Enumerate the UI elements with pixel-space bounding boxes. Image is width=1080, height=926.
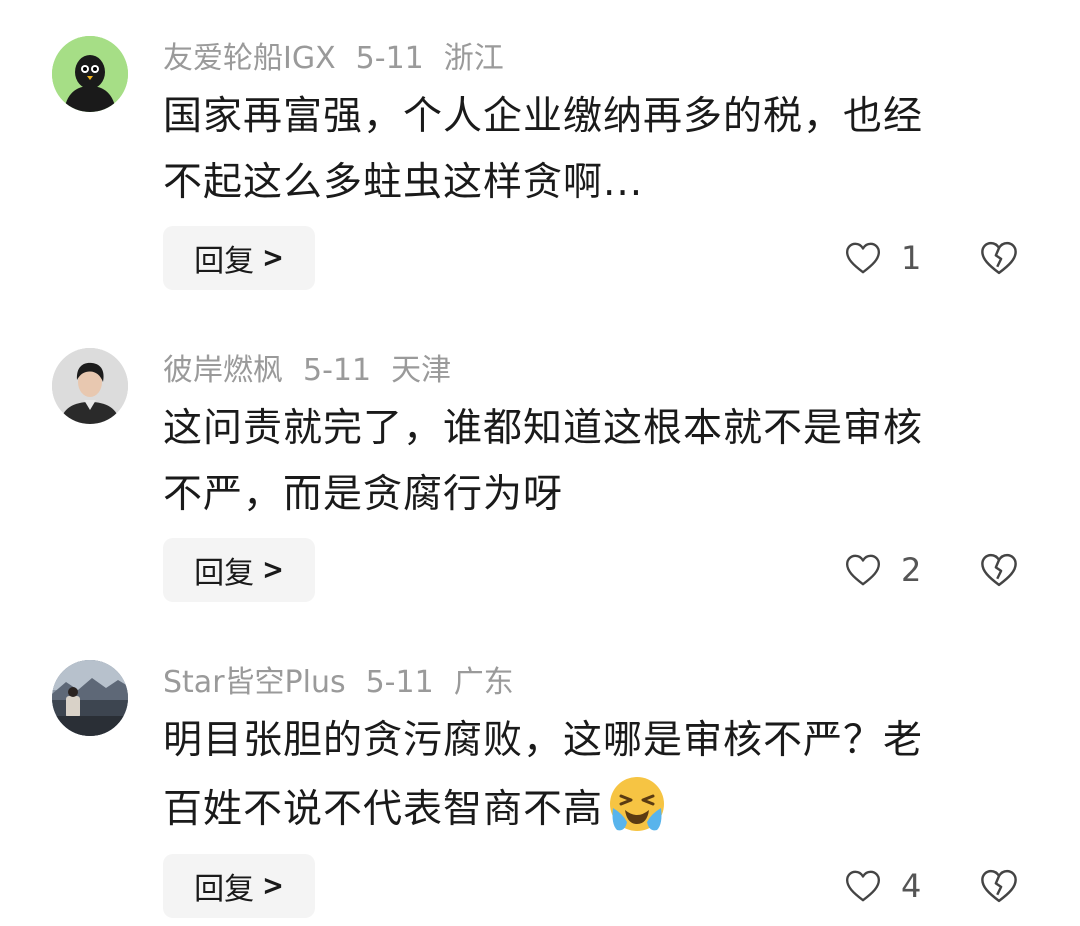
broken-heart-icon	[981, 869, 1017, 903]
like-count: 2	[901, 551, 922, 589]
like-count: 1	[901, 239, 922, 277]
reply-button[interactable]: 回复 >	[163, 854, 315, 918]
reply-button[interactable]: 回复 >	[163, 226, 315, 290]
user-avatar[interactable]	[52, 36, 128, 112]
chevron-right-icon: >	[262, 553, 284, 587]
comment-text: 国家再富强，个人企业缴纳再多的税，也经 不起这么多蛀虫这样贪啊...	[163, 84, 1013, 216]
comment-date: 5-11	[303, 353, 372, 388]
reply-label: 回复	[194, 244, 255, 279]
heart-icon	[846, 554, 880, 586]
comment-meta: 友爱轮船IGX 5-11 浙江	[163, 39, 524, 79]
dislike-button[interactable]	[978, 538, 1022, 602]
heart-icon	[846, 870, 880, 902]
username[interactable]: Star皆空Plus	[163, 665, 346, 700]
user-avatar[interactable]	[52, 348, 128, 424]
broken-heart-icon	[981, 241, 1017, 275]
landscape-avatar-icon	[52, 660, 128, 736]
username[interactable]: 友爱轮船IGX	[163, 41, 336, 76]
comment-text-line: 国家再富强，个人企业缴纳再多的税，也经	[163, 94, 924, 139]
like-button[interactable]: 2	[843, 538, 921, 602]
person-avatar-icon	[52, 348, 128, 424]
comment-location: 广东	[453, 665, 514, 700]
like-button[interactable]: 1	[843, 226, 921, 290]
comment-text: 这问责就完了，谁都知道这根本就不是审核 不严，而是贪腐行为呀	[163, 396, 1013, 528]
comment-location: 天津	[391, 353, 452, 388]
heart-icon	[846, 242, 880, 274]
dislike-button[interactable]	[978, 226, 1022, 290]
like-count: 4	[901, 867, 922, 905]
comment-location: 浙江	[443, 41, 504, 76]
like-button[interactable]: 4	[843, 854, 921, 918]
user-avatar[interactable]	[52, 660, 128, 736]
comment-text-line: 不严，而是贪腐行为呀	[163, 472, 564, 517]
comment-meta: 彼岸燃枫 5-11 天津	[163, 351, 471, 391]
dislike-button[interactable]	[978, 854, 1022, 918]
reply-button[interactable]: 回复 >	[163, 538, 315, 602]
comment-date: 5-11	[365, 665, 434, 700]
reply-label: 回复	[194, 872, 255, 907]
chevron-right-icon: >	[262, 869, 284, 903]
chevron-right-icon: >	[262, 241, 284, 275]
comment-text-line: 明目张胆的贪污腐败，这哪是审核不严？老	[163, 718, 924, 763]
comment-text: 明目张胆的贪污腐败，这哪是审核不严？老 百姓不说不代表智商不高	[163, 708, 1013, 843]
comment-text-line: 不起这么多蛀虫这样贪啊...	[163, 160, 644, 205]
reply-label: 回复	[194, 556, 255, 591]
comment-text-line: 这问责就完了，谁都知道这根本就不是审核	[163, 406, 924, 451]
broken-heart-icon	[981, 553, 1017, 587]
comment-text-segment: 百姓不说不代表智商不高	[163, 787, 604, 832]
comment-meta: Star皆空Plus 5-11 广东	[163, 663, 534, 703]
comment-date: 5-11	[355, 41, 424, 76]
bird-avatar-icon	[52, 36, 128, 112]
comment-text-line: 百姓不说不代表智商不高	[163, 774, 1013, 843]
crying-laughing-emoji-icon	[610, 777, 665, 831]
username[interactable]: 彼岸燃枫	[163, 353, 283, 388]
